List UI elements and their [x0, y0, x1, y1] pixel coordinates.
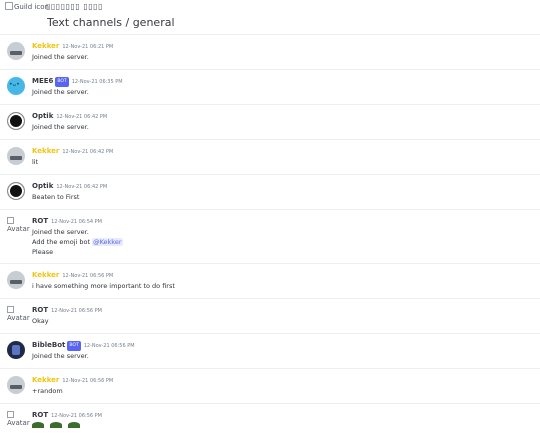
- timestamp: 12-Nov-21 06:56 PM: [62, 273, 114, 279]
- avatar[interactable]: Avatar: [7, 411, 30, 429]
- author-name[interactable]: ROT: [32, 411, 48, 419]
- message-content: Joined the server.: [32, 88, 89, 96]
- author-name[interactable]: Kekker: [32, 376, 59, 384]
- avatar[interactable]: [7, 341, 25, 359]
- bot-badge: BOT: [55, 77, 69, 87]
- author-name[interactable]: Kekker: [32, 271, 59, 279]
- message: MEE6BOT12-Nov-21 06:35 PM Joined the ser…: [0, 69, 540, 104]
- author-name[interactable]: Optik: [32, 182, 53, 190]
- author-name[interactable]: ROT: [32, 217, 48, 225]
- message: Optik 12-Nov-21 06:42 PM Joined the serve…: [0, 104, 540, 139]
- message-content: i have something more important to do fi…: [32, 282, 175, 290]
- avatar[interactable]: [7, 147, 25, 165]
- timestamp: 12-Nov-21 06:42 PM: [62, 149, 114, 155]
- avatar[interactable]: [7, 182, 25, 200]
- avatar[interactable]: [7, 42, 25, 60]
- author-name[interactable]: MEE6: [32, 77, 53, 85]
- message-content: Okay: [32, 317, 49, 325]
- channel-header: Guild icon ▯▯▯▯▯▯▯ ▯▯▯▯ Text channels / …: [0, 0, 540, 34]
- author-name[interactable]: Kekker: [32, 147, 59, 155]
- message-content: lit: [32, 158, 39, 166]
- message-content: Add the emoji bot @Kekker: [32, 237, 540, 247]
- message-content: Please: [32, 248, 54, 256]
- message: Kekker 12-Nov-21 06:56 PM +random: [0, 368, 540, 403]
- avatar[interactable]: Avatar: [7, 306, 30, 324]
- message: BibleBot BOT 12-Nov-21 06:56 PM Joined the…: [0, 333, 540, 368]
- emoji-row: [32, 421, 540, 431]
- message: Kekker 12-Nov-21 06:56 PM i have somethin…: [0, 263, 540, 298]
- channel-path: Text channels / general: [47, 16, 175, 29]
- message: Avatar ROT 12-Nov-21 06:56 PM Okay: [0, 298, 540, 333]
- message: Avatar ROT 12-Nov-21 06:54 PM Joined the …: [0, 209, 540, 263]
- avatar[interactable]: [7, 271, 25, 289]
- guild-icon: Guild icon: [5, 2, 49, 14]
- message-content: +random: [32, 387, 63, 395]
- message-list: Kekker 12-Nov-21 06:21 PM Joined the serv…: [0, 34, 540, 438]
- author-name[interactable]: Kekker: [32, 42, 59, 50]
- timestamp: 12-Nov-21 06:54 PM: [51, 219, 102, 225]
- timestamp: 12-Nov-21 06:35 PM: [71, 79, 123, 85]
- timestamp: 12-Nov-21 06:21 PM: [62, 44, 114, 50]
- avatar[interactable]: Avatar: [7, 217, 30, 235]
- emoji-image[interactable]: [68, 422, 80, 428]
- message-text: Add the emoji bot: [32, 238, 93, 246]
- avatar[interactable]: [7, 376, 25, 394]
- timestamp: 12-Nov-21 06:56 PM: [51, 308, 102, 314]
- timestamp: 12-Nov-21 06:42 PM: [56, 114, 108, 120]
- timestamp: 12-Nov-21 06:56 PM: [51, 413, 102, 419]
- message: Kekker 12-Nov-21 06:42 PM lit: [0, 139, 540, 174]
- avatar[interactable]: [7, 112, 25, 130]
- message-content: Joined the server.: [32, 123, 89, 131]
- user-mention[interactable]: @Kekker: [92, 238, 123, 246]
- guild-name: ▯▯▯▯▯▯▯ ▯▯▯▯: [46, 2, 103, 11]
- timestamp: 12-Nov-21 06:56 PM: [62, 378, 114, 384]
- emoji-image[interactable]: [50, 422, 62, 428]
- author-name[interactable]: Optik: [32, 112, 53, 120]
- author-name[interactable]: BibleBot: [32, 341, 65, 349]
- message-content: Joined the server.: [32, 53, 89, 61]
- message: Kekker 12-Nov-21 06:21 PM Joined the serv…: [0, 34, 540, 69]
- message-content: Joined the server.: [32, 352, 89, 360]
- message: Avatar ROT 12-Nov-21 06:56 PM: [0, 403, 540, 438]
- message: Optik 12-Nov-21 06:42 PM Beaten to First: [0, 174, 540, 209]
- timestamp: 12-Nov-21 06:42 PM: [56, 184, 108, 190]
- message-content: Beaten to First: [32, 193, 80, 201]
- emoji-image[interactable]: [32, 422, 44, 428]
- author-name[interactable]: ROT: [32, 306, 48, 314]
- message-content: Joined the server.: [32, 228, 89, 236]
- avatar[interactable]: [7, 77, 25, 95]
- bot-badge: BOT: [67, 341, 81, 351]
- timestamp: 12-Nov-21 06:56 PM: [83, 343, 135, 349]
